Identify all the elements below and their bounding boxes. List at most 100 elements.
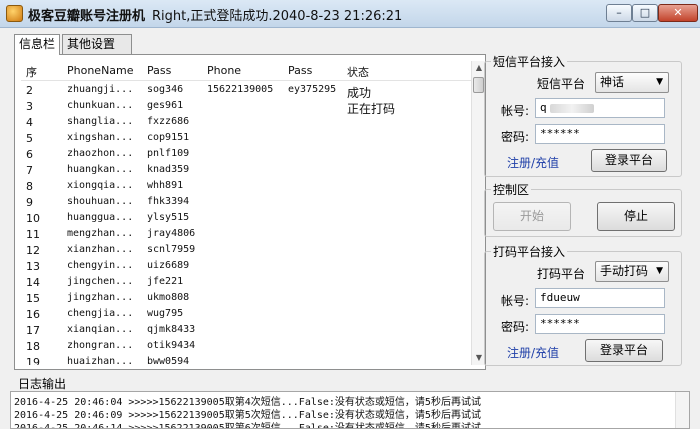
cell-phone-name: xianzhan... <box>67 244 134 255</box>
captcha-register-link[interactable]: 注册/充值 <box>507 344 559 361</box>
cell-phone-name: huangkan... <box>67 164 134 175</box>
col-header-phone[interactable]: Phone <box>207 64 241 77</box>
sms-register-link[interactable]: 注册/充值 <box>507 154 559 171</box>
cell-phone-name: zhaozhon... <box>67 148 134 159</box>
minimize-button[interactable]: – <box>606 4 632 22</box>
cell-index: 11 <box>26 228 40 241</box>
table-row[interactable]: 9 shouhuan... fhk3394 <box>21 195 471 211</box>
log-output[interactable]: 2016-4-25 20:46:04 >>>>>15622139005取第4次短… <box>10 391 690 429</box>
table-row[interactable]: 12 xianzhan... scnl7959 <box>21 243 471 259</box>
app-icon <box>6 5 23 22</box>
table-row[interactable]: 3 chunkuan... ges961 正在打码 <box>21 99 471 116</box>
table-row[interactable]: 17 xianqian... qjmk8433 <box>21 323 471 339</box>
cell-index: 8 <box>26 180 33 193</box>
sms-platform-label: 短信平台 <box>537 77 586 91</box>
col-header-phone-name[interactable]: PhoneName <box>67 64 134 77</box>
tab-info[interactable]: 信息栏 <box>14 34 60 55</box>
captcha-account-field[interactable]: fdueuw <box>535 288 665 308</box>
cell-phone-name: huanggua... <box>67 212 134 223</box>
captcha-platform-title: 打码平台接入 <box>491 243 568 260</box>
cell-phone-name: shanglia... <box>67 116 134 127</box>
cell-index: 17 <box>26 324 40 337</box>
cell-index: 5 <box>26 132 33 145</box>
cell-pass: knad359 <box>147 164 190 175</box>
table-row[interactable]: 14 jingchen... jfe221 <box>21 275 471 291</box>
captcha-login-button[interactable]: 登录平台 <box>585 339 663 362</box>
sms-password-field[interactable]: ****** <box>535 124 665 144</box>
cell-pass: qjmk8433 <box>147 324 196 335</box>
cell-index: 16 <box>26 308 40 321</box>
sms-account-field[interactable]: q <box>535 98 665 118</box>
cell-pass2: ey375295 <box>288 84 337 95</box>
cell-pass: jray4806 <box>147 228 196 239</box>
table-scrollbar[interactable]: ▲ ▼ <box>471 61 485 365</box>
table-row[interactable]: 6 zhaozhon... pnlf109 <box>21 147 471 163</box>
table-row[interactable]: 2 zhuangji... sog346 15622139005 ey375295 成功 <box>21 83 471 100</box>
info-tab-panel: 序 PhoneName Pass Phone Pass 状态 2 zhuangji… <box>14 54 486 370</box>
cell-phone-name: chunkuan... <box>67 100 134 111</box>
cell-index: 4 <box>26 116 33 129</box>
table-row[interactable]: 15 jingzhan... ukmo808 <box>21 291 471 307</box>
cell-pass: cop9151 <box>147 132 190 143</box>
cell-index: 14 <box>26 276 40 289</box>
cell-pass: fxzz686 <box>147 116 190 127</box>
window-title: 极客豆瓣账号注册机 <box>28 9 146 24</box>
account-table: 序 PhoneName Pass Phone Pass 状态 2 zhuangji… <box>21 61 471 365</box>
cell-phone-name: xiongqia... <box>67 180 134 191</box>
cell-phone-name: xingshan... <box>67 132 134 143</box>
table-row[interactable]: 16 chengjia... wug795 <box>21 307 471 323</box>
cell-pass: ylsy515 <box>147 212 190 223</box>
cell-phone: 15622139005 <box>207 84 274 95</box>
sms-password-label: 密码: <box>501 130 530 144</box>
cell-phone-name: jingzhan... <box>67 292 134 303</box>
table-row[interactable]: 11 mengzhan... jray4806 <box>21 227 471 243</box>
tab-other-settings[interactable]: 其他设置 <box>62 34 132 54</box>
table-row[interactable]: 5 xingshan... cop9151 <box>21 131 471 147</box>
start-button[interactable]: 开始 <box>493 202 571 231</box>
cell-index: 10 <box>26 212 40 225</box>
col-header-index[interactable]: 序 <box>26 64 37 80</box>
stop-button[interactable]: 停止 <box>597 202 675 231</box>
scroll-thumb[interactable] <box>473 77 484 93</box>
sms-platform-select[interactable]: 神话 ▼ <box>595 72 669 93</box>
cell-pass: wug795 <box>147 308 184 319</box>
login-status-text: Right,正式登陆成功.2040-8-23 21:26:21 <box>152 9 403 24</box>
cell-pass: uiz6689 <box>147 260 190 271</box>
sms-login-button[interactable]: 登录平台 <box>591 149 667 172</box>
table-row[interactable]: 8 xiongqia... whh891 <box>21 179 471 195</box>
cell-phone-name: jingchen... <box>67 276 134 287</box>
sms-account-label: 帐号: <box>501 104 530 118</box>
col-header-pass2[interactable]: Pass <box>288 64 312 77</box>
table-row[interactable]: 18 zhongran... otik9434 <box>21 339 471 355</box>
cell-index: 18 <box>26 340 40 353</box>
col-header-state[interactable]: 状态 <box>347 64 369 80</box>
cell-index: 7 <box>26 164 33 177</box>
cell-index: 15 <box>26 292 40 305</box>
control-title: 控制区 <box>491 181 532 198</box>
captcha-platform-group: 打码平台接入 打码平台 手动打码 ▼ 帐号: fdueuw 密码: ******… <box>484 243 682 366</box>
cell-index: 9 <box>26 196 33 209</box>
cell-index: 6 <box>26 148 33 161</box>
close-button[interactable]: ✕ <box>658 4 698 22</box>
cell-index: 2 <box>26 84 33 97</box>
cell-phone-name: mengzhan... <box>67 228 134 239</box>
cell-pass: whh891 <box>147 180 184 191</box>
log-scrollbar[interactable] <box>675 392 689 428</box>
cell-pass: otik9434 <box>147 340 196 351</box>
cell-index: 12 <box>26 244 40 257</box>
table-row[interactable]: 4 shanglia... fxzz686 <box>21 115 471 131</box>
cell-pass: fhk3394 <box>147 196 190 207</box>
maximize-button[interactable]: □ <box>632 4 658 22</box>
captcha-password-field[interactable]: ****** <box>535 314 665 334</box>
sms-platform-value: 神话 <box>600 75 625 89</box>
table-row[interactable]: 19 huaizhan... bww0594 <box>21 355 471 365</box>
captcha-platform-select[interactable]: 手动打码 ▼ <box>595 261 669 282</box>
sms-platform-title: 短信平台接入 <box>491 53 568 70</box>
col-header-pass[interactable]: Pass <box>147 64 171 77</box>
table-header: 序 PhoneName Pass Phone Pass 状态 <box>21 61 471 81</box>
table-row[interactable]: 13 chengyin... uiz6689 <box>21 259 471 275</box>
table-row[interactable]: 7 huangkan... knad359 <box>21 163 471 179</box>
sms-account-value: q <box>540 101 547 114</box>
cell-phone-name: chengyin... <box>67 260 134 271</box>
table-row[interactable]: 10 huanggua... ylsy515 <box>21 211 471 227</box>
